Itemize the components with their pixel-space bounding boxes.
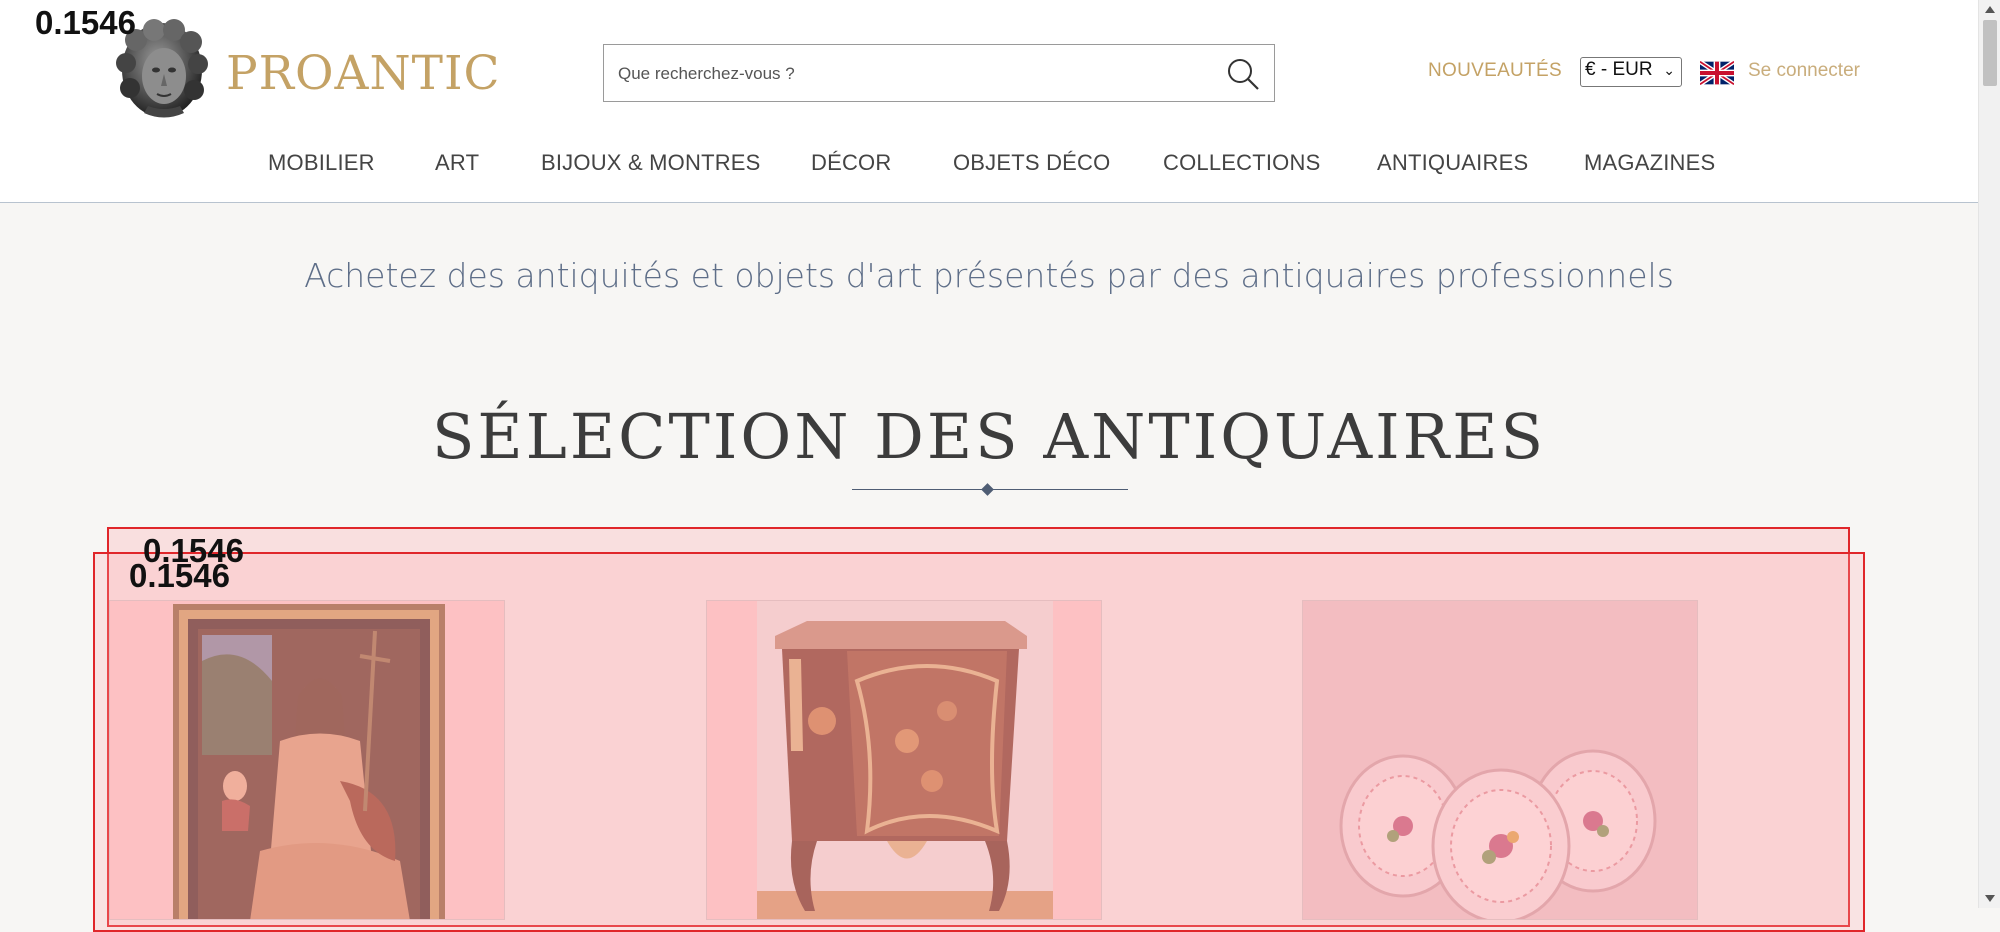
- scroll-down-arrow-icon[interactable]: [1985, 895, 1995, 902]
- nav-item-antiquaires[interactable]: ANTIQUAIRES: [1377, 150, 1528, 176]
- nav-item-art[interactable]: ART: [435, 150, 479, 176]
- nav-item-decor[interactable]: DÉCOR: [811, 150, 891, 176]
- nav-item-mobilier[interactable]: MOBILIER: [268, 150, 375, 176]
- chevron-down-icon: ⌄: [1663, 62, 1675, 78]
- main-nav: MOBILIER ART BIJOUX & MONTRES DÉCOR OBJE…: [0, 150, 1978, 180]
- logo-text[interactable]: PROANTIC: [226, 44, 501, 104]
- score-label: 0.1546: [129, 557, 230, 594]
- section-title: SÉLECTION DES ANTIQUAIRES: [431, 400, 1547, 473]
- search-box: [603, 44, 1275, 102]
- site-header: PROANTIC NOUVEAUTÉS € - EUR ⌄ Se connect…: [0, 0, 1978, 203]
- tagline: Achetez des antiquités et objets d'art p…: [304, 256, 1674, 295]
- title-divider-diamond: [981, 483, 994, 496]
- highlight-box-inner: [93, 552, 1865, 932]
- uk-flag-icon[interactable]: [1700, 61, 1734, 85]
- search-input[interactable]: [616, 58, 1200, 90]
- login-link[interactable]: Se connecter: [1748, 60, 1860, 82]
- currency-select[interactable]: € - EUR ⌄: [1580, 57, 1682, 87]
- nav-item-collections[interactable]: COLLECTIONS: [1163, 150, 1320, 176]
- nav-item-objets-deco[interactable]: OBJETS DÉCO: [953, 150, 1110, 176]
- nav-item-bijoux-montres[interactable]: BIJOUX & MONTRES: [541, 150, 761, 176]
- scroll-thumb[interactable]: [1983, 20, 1997, 86]
- score-label: 0.1546: [35, 4, 136, 41]
- nav-item-magazines[interactable]: MAGAZINES: [1584, 150, 1715, 176]
- search-icon[interactable]: [1226, 57, 1260, 91]
- scroll-up-arrow-icon[interactable]: [1985, 6, 1995, 13]
- new-arrivals-link[interactable]: NOUVEAUTÉS: [1428, 60, 1562, 82]
- currency-value: € - EUR: [1585, 59, 1653, 80]
- page-scrollbar[interactable]: [1978, 0, 2000, 908]
